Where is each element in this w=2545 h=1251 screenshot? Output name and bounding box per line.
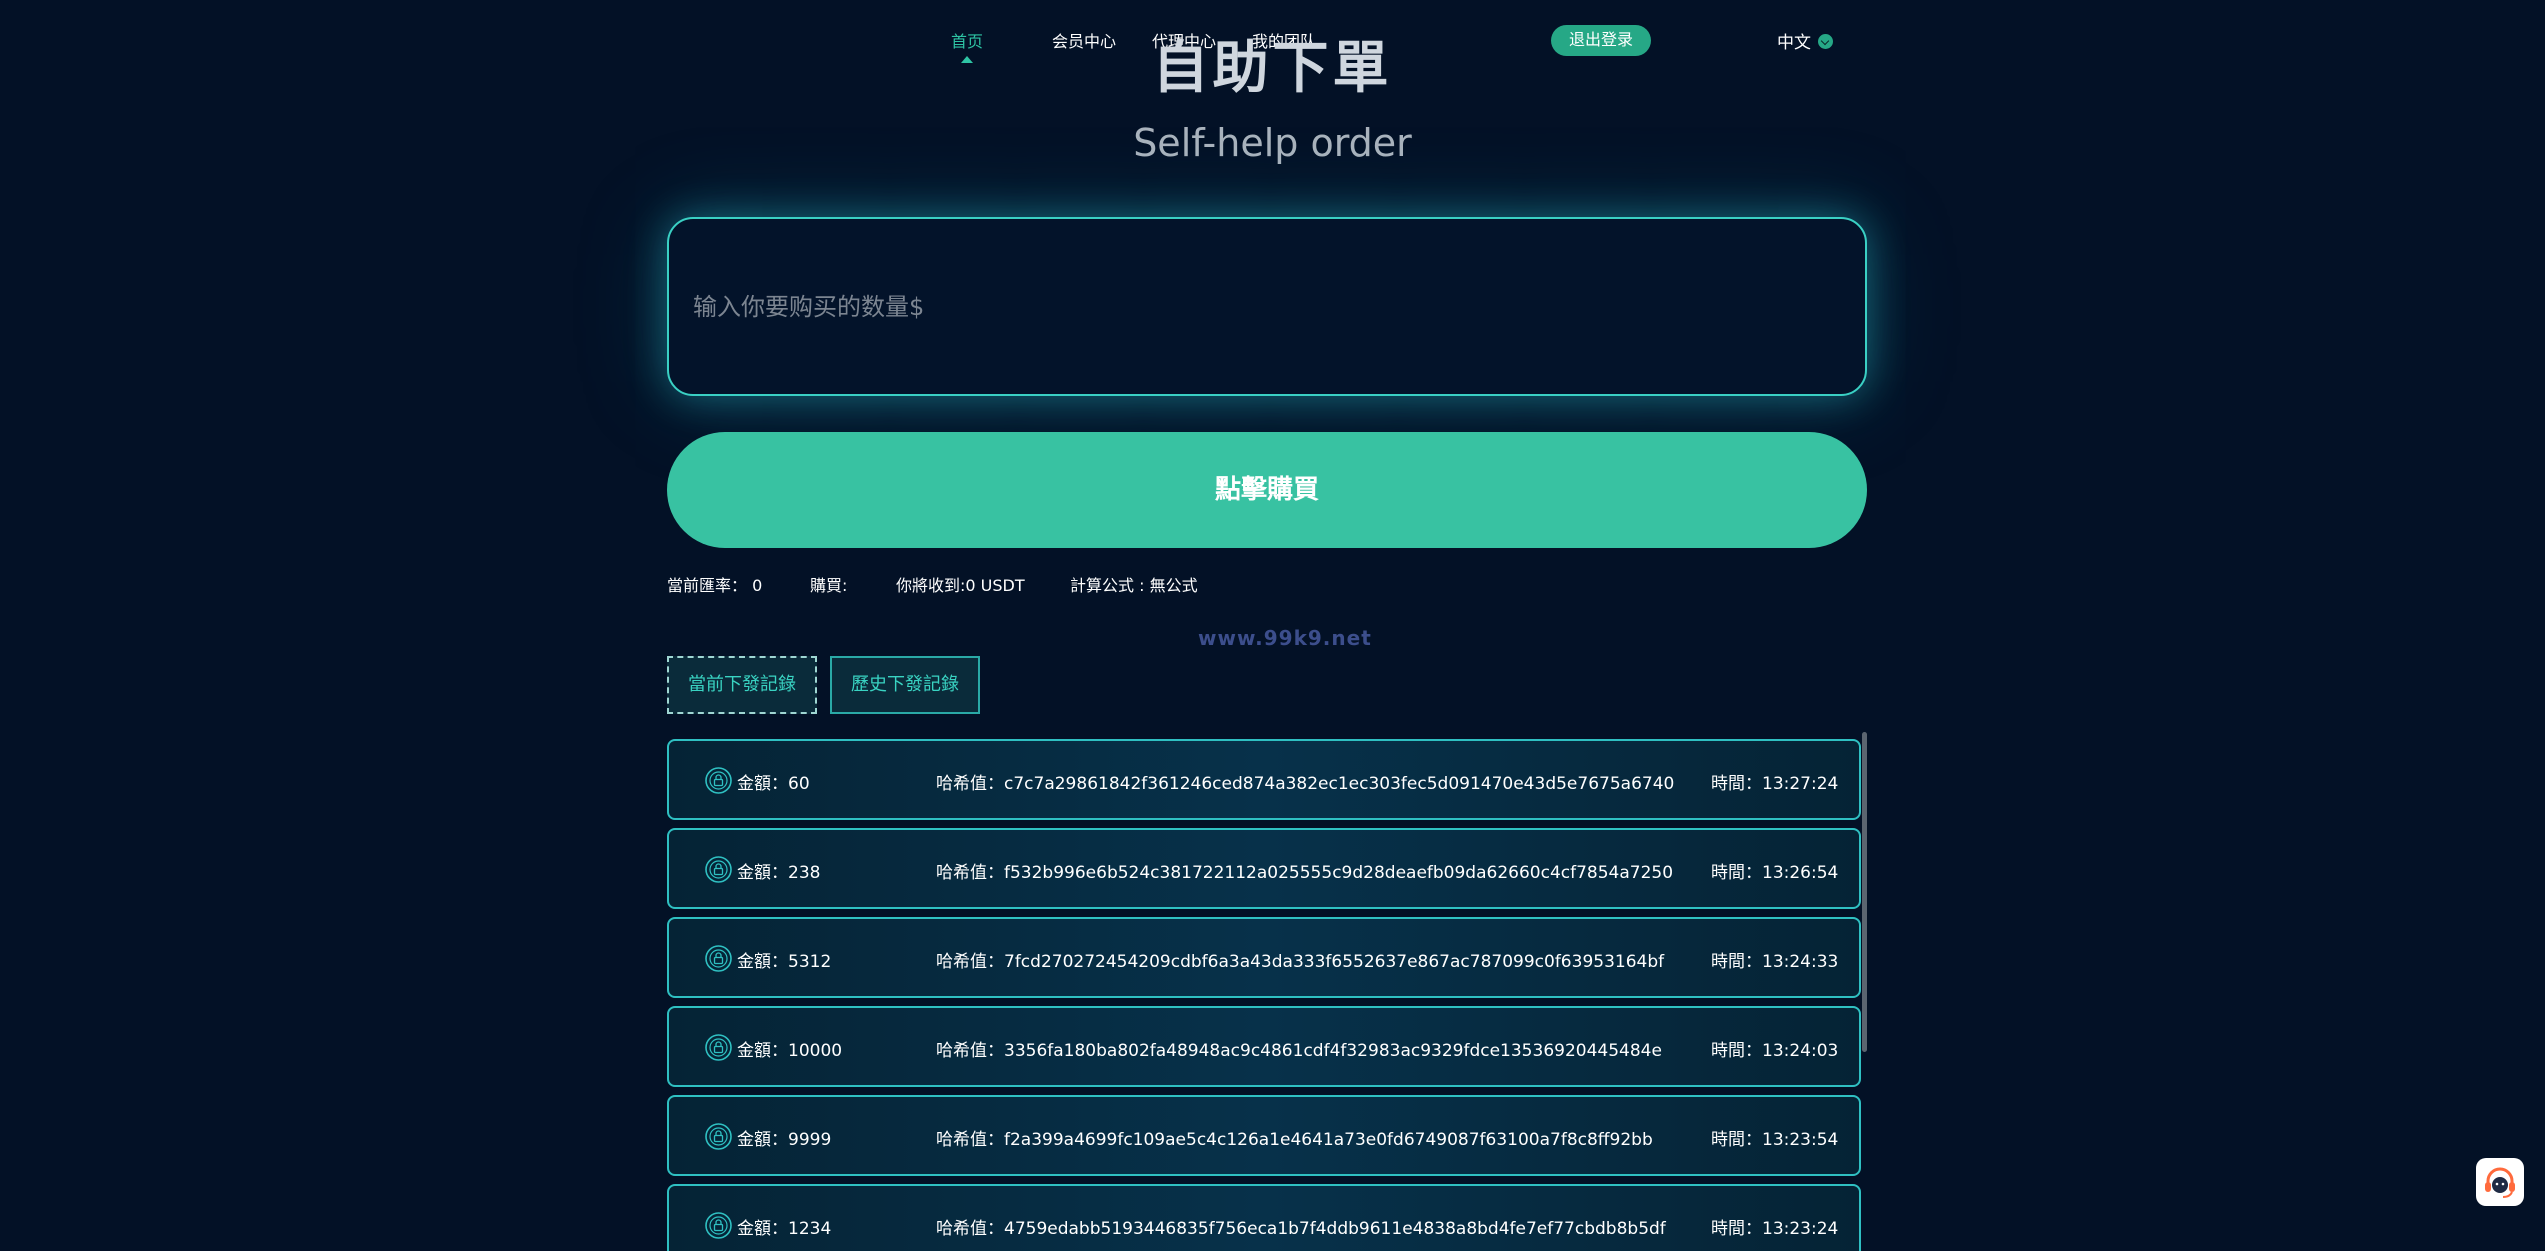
watermark: www.99k9.net [1198, 626, 1372, 650]
record-amount: 金額：5312 [737, 952, 832, 972]
record-hash: 哈希值：f2a399a4699fc109ae5c4c126a1e4641a73e… [936, 1130, 1653, 1150]
page: 首页 会员中心 代理中心 我的团队 退出登录 中文 自助下單 Self-help… [0, 0, 2545, 1251]
records-list[interactable]: 金額：60 哈希值：c7c7a29861842f361246ced874a382… [667, 732, 1867, 1251]
formula: 計算公式 : 無公式 [1070, 576, 1198, 595]
record-row: 金額：5312 哈希值：7fcd270272454209cdbf6a3a43da… [667, 917, 1861, 998]
record-hash: 哈希值：4759edabb5193446835f756eca1b7f4ddb96… [936, 1219, 1666, 1239]
coin-lock-icon [705, 1212, 732, 1239]
record-amount: 金額：9999 [737, 1130, 832, 1150]
record-time: 時間：13:23:24 [1711, 1219, 1839, 1239]
amount-field-container [667, 217, 1867, 396]
record-time: 時間：13:24:33 [1711, 952, 1839, 972]
record-row: 金額：1234 哈希值：4759edabb5193446835f756eca1b… [667, 1184, 1861, 1251]
record-amount: 金額：10000 [737, 1041, 843, 1061]
tab-current-records[interactable]: 當前下發記錄 [667, 656, 817, 714]
buy-button[interactable]: 點擊購買 [667, 432, 1867, 548]
record-amount: 金額：1234 [737, 1219, 832, 1239]
record-time: 時間：13:23:54 [1711, 1130, 1839, 1150]
coin-lock-icon [705, 767, 732, 794]
record-amount: 金額：60 [737, 774, 810, 794]
record-hash: 哈希值：f532b996e6b524c381722112a025555c9d28… [936, 863, 1674, 883]
coin-lock-icon [705, 945, 732, 972]
record-row: 金額：9999 哈希值：f2a399a4699fc109ae5c4c126a1e… [667, 1095, 1861, 1176]
headset-icon [2485, 1167, 2515, 1198]
page-subtitle: Self-help order [1133, 121, 1412, 165]
coin-lock-icon [705, 1034, 732, 1061]
amount-input[interactable] [693, 279, 1833, 335]
record-hash: 哈希值：c7c7a29861842f361246ced874a382ec1ec3… [936, 774, 1675, 794]
coin-lock-icon [705, 856, 732, 883]
coin-lock-icon [705, 1123, 732, 1150]
page-title: 自助下單 [1152, 36, 1393, 101]
receive-amount: 你將收到:0 USDT [896, 576, 1025, 595]
record-time: 時間：13:26:54 [1711, 863, 1839, 883]
customer-support-button[interactable] [2476, 1158, 2524, 1206]
record-amount: 金額：238 [737, 863, 821, 883]
tab-history-records[interactable]: 歷史下發記錄 [830, 656, 980, 714]
exchange-rate: 當前匯率： 0 [667, 576, 763, 595]
record-row: 金額：60 哈希值：c7c7a29861842f361246ced874a382… [667, 739, 1861, 820]
records-scrollbar[interactable] [1862, 732, 1867, 1052]
record-row: 金額：10000 哈希值：3356fa180ba802fa48948ac9c48… [667, 1006, 1861, 1087]
buy-amount: 購買: [810, 576, 848, 595]
record-time: 時間：13:24:03 [1711, 1041, 1839, 1061]
record-time: 時間：13:27:24 [1711, 774, 1839, 794]
record-hash: 哈希值：7fcd270272454209cdbf6a3a43da333f6552… [936, 952, 1665, 972]
record-row: 金額：238 哈希值：f532b996e6b524c381722112a0255… [667, 828, 1861, 909]
record-hash: 哈希值：3356fa180ba802fa48948ac9c4861cdf4f32… [936, 1041, 1662, 1061]
